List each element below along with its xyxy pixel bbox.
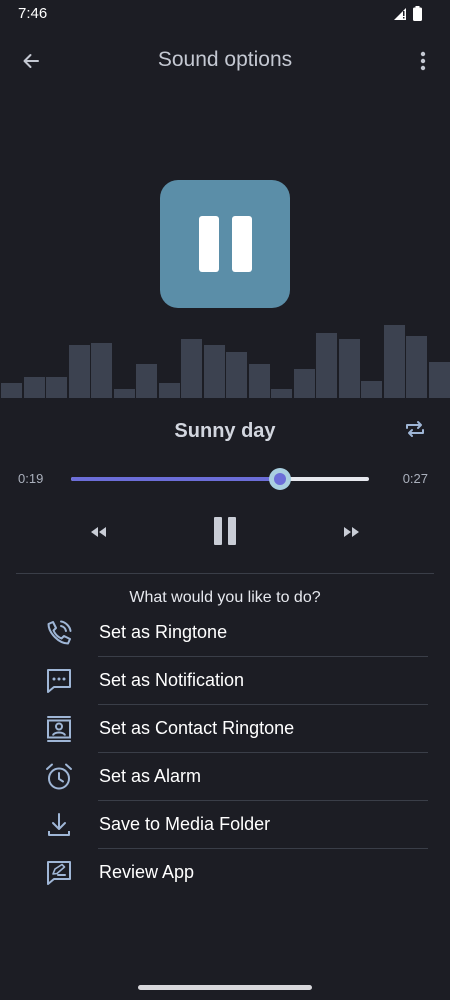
waveform-bar bbox=[181, 339, 202, 398]
divider bbox=[16, 573, 434, 574]
fast-forward-icon bbox=[344, 527, 359, 537]
battery-icon bbox=[413, 6, 422, 21]
pause-icon bbox=[199, 216, 219, 272]
waveform-bar bbox=[406, 336, 427, 398]
alarm-clock-icon bbox=[42, 761, 76, 793]
waveform-bar bbox=[271, 389, 292, 398]
set-ringtone-row[interactable]: Set as Ringtone bbox=[0, 609, 450, 657]
waveform-bar bbox=[383, 325, 405, 398]
signal-icon bbox=[394, 7, 406, 20]
waveform-bar bbox=[158, 383, 180, 398]
download-icon bbox=[42, 809, 76, 841]
status-bar: 7:46 bbox=[0, 0, 450, 28]
action-label: Save to Media Folder bbox=[99, 814, 271, 834]
app-bar: Sound options bbox=[0, 36, 450, 84]
rewind-icon bbox=[91, 527, 106, 537]
sound-title: Sunny day bbox=[174, 420, 276, 442]
current-time: 0:19 bbox=[18, 471, 44, 486]
waveform-bar bbox=[338, 339, 360, 398]
waveform-bar bbox=[226, 352, 247, 398]
action-label: Set as Ringtone bbox=[99, 622, 228, 642]
chat-bubble-icon bbox=[42, 665, 76, 697]
waveform-bar bbox=[91, 343, 112, 398]
status-time: 7:46 bbox=[18, 5, 48, 22]
more-options-button[interactable] bbox=[406, 44, 440, 78]
action-label: Set as Alarm bbox=[99, 766, 202, 786]
fast-forward-button[interactable] bbox=[336, 518, 366, 546]
seek-bar[interactable] bbox=[71, 468, 369, 490]
seek-progress bbox=[71, 477, 280, 481]
action-label: Set as Notification bbox=[99, 670, 245, 690]
status-icons bbox=[393, 6, 422, 21]
pause-icon bbox=[214, 517, 236, 545]
repeat-icon bbox=[406, 421, 424, 437]
waveform-bar bbox=[23, 377, 45, 398]
action-label: Review App bbox=[99, 862, 195, 882]
contact-card-icon bbox=[42, 713, 76, 745]
set-notification-row[interactable]: Set as Notification bbox=[0, 657, 450, 705]
waveform-bar bbox=[113, 389, 135, 398]
save-media-folder-row[interactable]: Save to Media Folder bbox=[0, 801, 450, 849]
total-time: 0:27 bbox=[402, 471, 428, 486]
waveform-bar bbox=[293, 369, 315, 398]
waveform-bar bbox=[428, 362, 450, 398]
play-pause-tile[interactable] bbox=[160, 180, 290, 308]
waveform-bar bbox=[68, 345, 90, 398]
more-vert-icon bbox=[420, 51, 426, 71]
waveform-bar bbox=[248, 364, 270, 398]
waveform-bar bbox=[316, 333, 337, 398]
home-indicator[interactable] bbox=[138, 985, 312, 990]
waveform bbox=[0, 318, 450, 398]
set-contact-ringtone-row[interactable]: Set as Contact Ringtone bbox=[0, 705, 450, 753]
waveform-bar bbox=[46, 377, 67, 398]
review-icon bbox=[42, 857, 76, 889]
set-alarm-row[interactable]: Set as Alarm bbox=[0, 753, 450, 801]
waveform-bar bbox=[136, 364, 157, 398]
actions-prompt: What would you like to do? bbox=[129, 589, 321, 606]
waveform-bar bbox=[203, 345, 225, 398]
page-title: Sound options bbox=[157, 48, 293, 71]
waveform-bar bbox=[1, 383, 22, 398]
seek-thumb[interactable] bbox=[268, 468, 291, 490]
waveform-bar bbox=[361, 381, 382, 398]
repeat-button[interactable] bbox=[400, 416, 430, 442]
rewind-button[interactable] bbox=[84, 518, 114, 546]
pause-button[interactable] bbox=[205, 512, 245, 550]
review-app-row[interactable]: Review App bbox=[0, 849, 450, 897]
action-label: Set as Contact Ringtone bbox=[99, 718, 295, 738]
pause-icon-right bbox=[232, 216, 252, 272]
phone-ringing-icon bbox=[42, 617, 76, 649]
